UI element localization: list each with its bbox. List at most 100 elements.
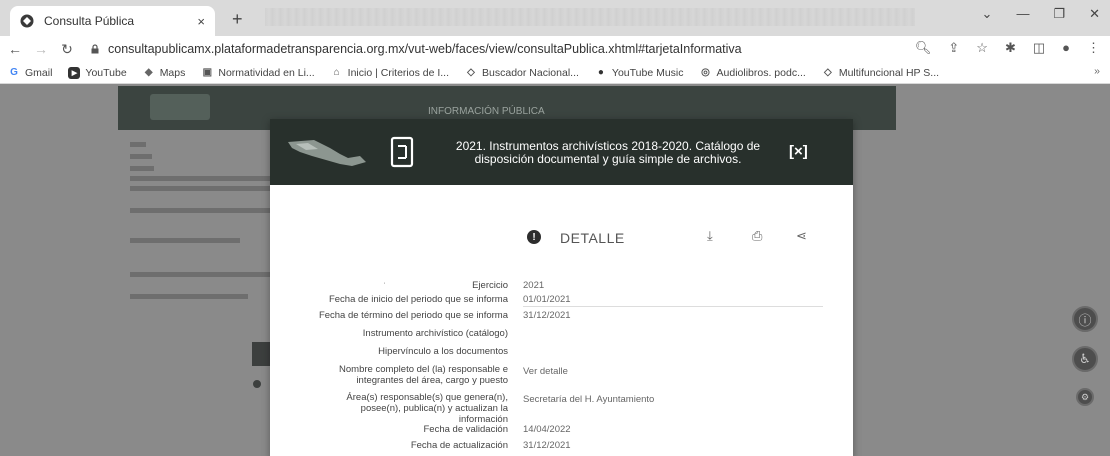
restore-icon[interactable]: ❐: [1053, 6, 1065, 22]
google-icon: G: [10, 67, 18, 78]
bg-text-line: [130, 272, 270, 277]
sidepanel-icon[interactable]: ◫: [1033, 40, 1045, 56]
bookmark-youtube[interactable]: ▶ YouTube: [68, 66, 127, 79]
document-icon-box: [378, 126, 426, 178]
lock-icon: [91, 44, 99, 54]
small-mark: ˌ: [383, 274, 387, 285]
page-overlay: INFORMACIÓN PÚBLICA ⓘ ♿︎ ⚙ 2021. Instrum…: [0, 84, 1110, 456]
page-icon: ▣: [202, 67, 213, 78]
url-text: consultapublicamx.plataformadetransparen…: [108, 42, 742, 56]
tab-title: Consulta Pública: [44, 14, 135, 28]
field-value: 14/04/2022: [523, 424, 571, 435]
background-dot: [253, 380, 261, 388]
background-logo: [150, 94, 210, 120]
maps-icon: ◆: [144, 67, 153, 78]
diamond-icon: ◇: [823, 67, 832, 78]
field-value: 31/12/2021: [523, 310, 571, 321]
document-icon: [390, 136, 414, 168]
background-button: [252, 342, 270, 366]
bg-text-line: [130, 208, 270, 213]
modal-header: 2021. Instrumentos archivísticos 2018-20…: [270, 119, 853, 185]
mexico-map-logo-icon: [288, 140, 366, 166]
side-info-icon[interactable]: ⓘ: [1072, 306, 1098, 332]
bookmark-label: Maps: [159, 66, 186, 79]
info-icon: !: [527, 230, 541, 244]
bookmark-label: Buscador Nacional...: [482, 66, 579, 79]
youtube-icon: ▶: [68, 66, 81, 79]
window-controls: ⌄ — ❐ ✕: [982, 6, 1100, 22]
field-label: Fecha de inicio del periodo que se infor…: [328, 294, 508, 305]
diamond-icon: ◇: [467, 67, 475, 78]
bookmark-audiolibros[interactable]: ◎ Audiolibros. podc...: [700, 67, 806, 79]
side-settings-icon[interactable]: ⚙: [1076, 388, 1094, 406]
background-header-title: INFORMACIÓN PÚBLICA: [428, 106, 545, 117]
address-bar[interactable]: consultapublicamx.plataformadetransparen…: [90, 42, 890, 56]
home-icon: ⌂: [333, 67, 340, 78]
bg-text-line: [130, 186, 270, 191]
field-value: 2021: [523, 280, 545, 291]
bookmark-youtube-music[interactable]: ● YouTube Music: [595, 67, 684, 79]
bookmark-label: YouTube Music: [611, 66, 684, 79]
tab-search-icon[interactable]: ⌄: [982, 6, 993, 22]
modal-title-line2: disposición documental y guía simple de …: [474, 152, 742, 166]
bookmark-criterios[interactable]: ⌂ Inicio | Criterios de I...: [331, 67, 449, 79]
modal-close-button[interactable]: [×]: [789, 143, 808, 160]
bookmark-star-icon[interactable]: ☆: [976, 40, 988, 56]
field-value: Secretaría del H. Ayuntamiento: [523, 394, 655, 405]
browser-tab[interactable]: Consulta Pública ×: [10, 6, 215, 36]
bookmark-buscador[interactable]: ◇ Buscador Nacional...: [465, 67, 579, 79]
back-arrow-icon[interactable]: ←: [4, 41, 26, 57]
audio-icon: ◎: [701, 67, 710, 78]
bg-text-line: [130, 238, 240, 243]
share-icon[interactable]: ⋖: [796, 228, 807, 244]
bookmark-label: Inicio | Criterios de I...: [347, 66, 450, 79]
tabstrip-blur: [265, 8, 915, 26]
bookmark-label: YouTube: [85, 66, 127, 79]
download-icon[interactable]: ⤓: [707, 228, 713, 244]
bookmark-label: Audiolibros. podc...: [716, 66, 806, 79]
field-label: Área(s) responsable(s) que genera(n), po…: [346, 392, 508, 425]
field-label: Hipervínculo a los documentos: [378, 346, 508, 357]
zoom-icon[interactable]: 🔍︎: [915, 40, 932, 56]
ver-detalle-link[interactable]: Ver detalle: [523, 366, 568, 377]
bg-text-line: [130, 294, 248, 299]
bg-text-line: [130, 142, 146, 147]
bookmark-normatividad[interactable]: ▣ Normatividad en Li...: [201, 66, 315, 79]
bookmark-label: Normatividad en Li...: [218, 66, 315, 79]
toolbar-actions: 🔍︎ ⇪ ☆ ✱ ◫ ● ⋮: [915, 40, 1100, 56]
field-label: Fecha de actualización: [410, 440, 508, 451]
side-accessibility-icon[interactable]: ♿︎: [1072, 346, 1098, 372]
bg-text-line: [130, 166, 154, 171]
detail-toolbar: ! DETALLE ⤓ ⎙ ⋖: [270, 227, 853, 249]
bookmarks-more-icon[interactable]: »: [1094, 65, 1100, 77]
bookmarks-bar: G Gmail ▶ YouTube ◆ Maps ▣ Normatividad …: [0, 62, 1110, 84]
browser-toolbar: ← → ↻ consultapublicamx.plataformadetran…: [0, 36, 1110, 62]
browser-tab-bar: Consulta Pública × + ⌄ — ❐ ✕: [0, 0, 1110, 36]
site-favicon-icon: [20, 14, 34, 28]
bg-text-line: [130, 154, 152, 159]
bookmark-maps[interactable]: ◆ Maps: [143, 67, 186, 79]
minimize-icon[interactable]: —: [1016, 6, 1029, 22]
bookmark-label: Gmail: [25, 66, 53, 79]
detail-label: DETALLE: [560, 230, 625, 246]
new-tab-button[interactable]: +: [232, 9, 243, 30]
field-label: Fecha de término del periodo que se info…: [318, 310, 508, 321]
bookmark-gmail[interactable]: G Gmail: [8, 67, 52, 79]
tab-close-icon[interactable]: ×: [197, 14, 205, 29]
extensions-icon[interactable]: ✱: [1005, 40, 1016, 56]
field-label: Nombre completo del (la) responsable e i…: [339, 364, 508, 386]
field-value: 31/12/2021: [523, 440, 571, 451]
bookmark-multifuncional[interactable]: ◇ Multifuncional HP S...: [822, 67, 939, 79]
profile-icon[interactable]: ●: [1062, 40, 1070, 56]
window-close-icon[interactable]: ✕: [1089, 6, 1100, 22]
share-icon[interactable]: ⇪: [948, 40, 959, 56]
row-divider: [523, 306, 823, 307]
field-label: Ejercicio: [472, 280, 508, 291]
field-value: 01/01/2021: [523, 294, 571, 305]
detail-modal: 2021. Instrumentos archivísticos 2018-20…: [270, 119, 853, 456]
forward-arrow-icon[interactable]: →: [30, 41, 52, 57]
menu-kebab-icon[interactable]: ⋮: [1087, 40, 1100, 56]
reload-icon[interactable]: ↻: [56, 41, 78, 58]
print-icon[interactable]: ⎙: [752, 228, 762, 244]
bookmark-label: Multifuncional HP S...: [838, 66, 940, 79]
